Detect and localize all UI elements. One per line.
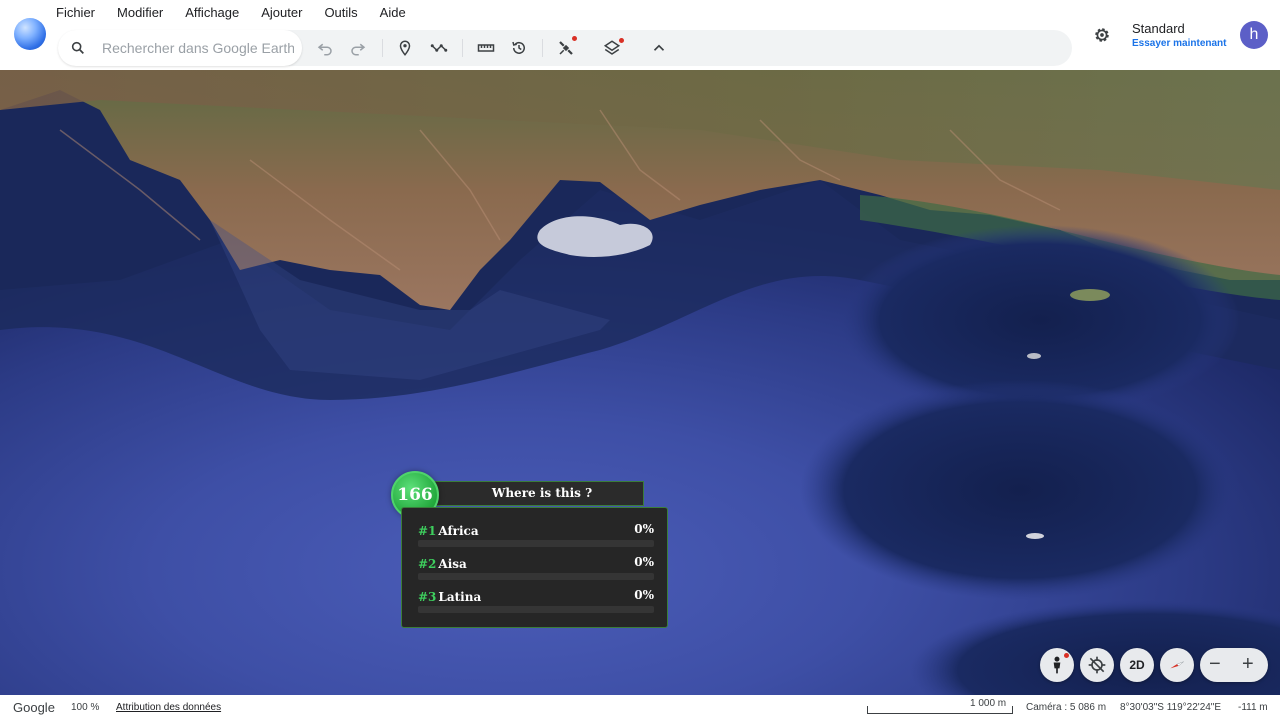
zoom-out-button[interactable]: −: [1209, 653, 1221, 675]
poll-option-bar: [418, 540, 654, 547]
poll-option-rank: #3: [418, 590, 437, 604]
poll-header: Where is this ?: [416, 481, 644, 506]
cursor-coordinates: 8°30'03"S 119°22'24"E: [1120, 702, 1222, 713]
user-avatar[interactable]: h: [1240, 21, 1268, 49]
poll-option-label: Aisa: [438, 557, 467, 571]
layers-button[interactable]: [601, 37, 624, 59]
zoom-control: − +: [1200, 648, 1268, 682]
poll-option: #3 Latina 0%: [418, 588, 654, 616]
collapse-toolbar-button[interactable]: [648, 37, 670, 59]
poll-option-label: Latina: [438, 590, 482, 604]
zoom-percent: 100 %: [71, 702, 100, 713]
menu-modifier[interactable]: Modifier: [117, 5, 163, 21]
poll-option-rank: #2: [418, 557, 437, 571]
compass-icon: [1170, 661, 1184, 669]
path-icon: [430, 44, 448, 52]
poll-option-percent: 0%: [634, 588, 654, 602]
ground-elevation: -111 m: [1238, 702, 1268, 713]
toolbar-divider: [462, 39, 463, 57]
google-earth-app: Fichier Modifier Affichage Ajouter Outil…: [0, 0, 1280, 720]
notification-dot: [619, 38, 624, 43]
toolbar-divider: [542, 39, 543, 57]
zoom-in-button[interactable]: +: [1242, 653, 1254, 675]
add-path-button[interactable]: [428, 37, 450, 59]
data-attribution-link[interactable]: Attribution des données: [116, 702, 221, 713]
compass-button[interactable]: [1160, 648, 1194, 682]
google-logo-text: Google: [13, 700, 55, 715]
layers-icon: [603, 40, 621, 55]
redo-icon: [351, 43, 366, 56]
street-view-button[interactable]: [1040, 648, 1074, 682]
history-button[interactable]: [508, 37, 530, 59]
search-input[interactable]: [102, 38, 294, 58]
plan-title: Standard: [1132, 21, 1185, 36]
settings-gear-icon[interactable]: [1092, 25, 1112, 45]
menu-aide[interactable]: Aide: [380, 5, 406, 21]
toolbar-divider: [382, 39, 383, 57]
search-box[interactable]: [58, 30, 302, 66]
poll-option-label: Africa: [438, 524, 479, 538]
redo-button[interactable]: [347, 37, 369, 59]
poll-panel: #1 Africa 0% #2 Aisa 0% #3 Latina 0%: [401, 507, 668, 628]
search-icon: [71, 41, 84, 54]
satellite-button[interactable]: [555, 36, 577, 59]
satellite-icon: [559, 41, 573, 55]
chevron-up-icon: [653, 44, 665, 51]
menu-affichage[interactable]: Affichage: [185, 5, 239, 21]
history-icon: [512, 41, 525, 54]
camera-altitude: Caméra : 5 086 m: [1026, 702, 1107, 713]
menu-fichier[interactable]: Fichier: [56, 5, 95, 21]
try-now-link[interactable]: Essayer maintenant: [1132, 38, 1227, 49]
poll-title: Where is this ?: [491, 486, 593, 500]
undo-button[interactable]: [314, 37, 336, 59]
menu-ajouter[interactable]: Ajouter: [261, 5, 302, 21]
poll-option-percent: 0%: [634, 555, 654, 569]
ruler-icon: [477, 44, 495, 52]
placemark-icon: [399, 40, 411, 56]
add-placemark-button[interactable]: [394, 37, 416, 59]
poll-option: #2 Aisa 0%: [418, 555, 654, 583]
undo-icon: [317, 43, 332, 56]
top-bar: Fichier Modifier Affichage Ajouter Outil…: [0, 0, 1280, 70]
measure-button[interactable]: [475, 37, 497, 59]
scale-bar: [867, 706, 1013, 714]
notification-dot: [1064, 653, 1069, 658]
poll-option-bar: [418, 606, 654, 613]
poll-option: #1 Africa 0%: [418, 522, 654, 550]
menu-bar: Fichier Modifier Affichage Ajouter Outil…: [56, 5, 406, 21]
google-earth-logo[interactable]: [14, 18, 46, 50]
toggle-2d-button[interactable]: 2D: [1120, 648, 1154, 682]
my-location-button[interactable]: [1080, 648, 1114, 682]
pegman-icon: [1053, 656, 1061, 674]
menu-outils[interactable]: Outils: [324, 5, 357, 21]
status-bar: Google 100 % Attribution des données 1 0…: [0, 695, 1280, 720]
poll-option-rank: #1: [418, 524, 437, 538]
poll-option-bar: [418, 573, 654, 580]
poll-option-percent: 0%: [634, 522, 654, 536]
notification-dot: [572, 36, 577, 41]
location-off-icon: [1088, 656, 1106, 674]
search-toolbar: [58, 30, 1072, 66]
